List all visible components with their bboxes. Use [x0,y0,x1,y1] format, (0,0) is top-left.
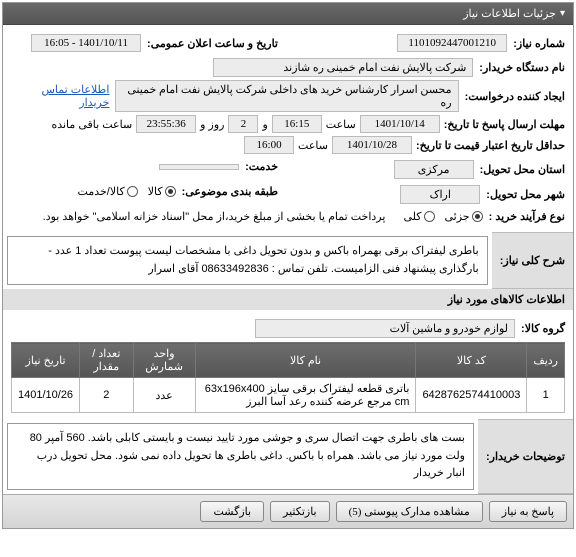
creator-value: محسن اسرار کارشناس خرید های داخلی شرکت پ… [115,80,458,112]
panel-body: شماره نیاز: 1101092447001210 تاریخ و ساع… [3,25,573,232]
th-row: ردیف [527,343,565,378]
cell-name: باتری قطعه لیفتراک برقی سایز 63x196x400 … [195,378,416,413]
need-no-label: شماره نیاز: [513,37,565,50]
radio-dot-icon [165,186,176,197]
deadline-time: 16:15 [272,115,322,133]
city-label: شهر محل تحویل: [486,188,565,201]
radio-empty-icon [127,186,138,197]
credit-time: 16:00 [244,136,294,154]
announce-value: 1401/10/11 - 16:05 [31,34,141,52]
th-date: تاریخ نیاز [12,343,80,378]
and-label: و [262,118,267,131]
buy-type-label: نوع فرآیند خرید : [489,210,565,223]
province-label: استان محل تحویل: [480,163,565,176]
reply-button[interactable]: پاسخ به نیاز [489,501,567,522]
day-label: روز و [200,118,224,131]
desc-text: باطری لیفتراک برقی بهمراه باکس و بدون تح… [7,236,488,285]
explain-text: بست های باطری جهت اتصال سری و جوشی مورد … [7,423,474,490]
back-button[interactable]: بازگشت [200,501,264,522]
th-qty: تعداد / مقدار [80,343,133,378]
hour-label: ساعت [326,118,356,131]
time-left-suffix: ساعت باقی مانده [51,118,132,131]
radio-full[interactable]: کلی [403,210,434,223]
th-code: کد کالا [416,343,527,378]
city-value: اراک [400,185,480,204]
deadline-label: مهلت ارسال پاسخ تا تاریخ: [444,118,565,131]
th-name: نام کالا [195,343,416,378]
category-radio-group: کالا کالا/خدمت [78,185,176,198]
need-no-value: 1101092447001210 [397,34,507,52]
payment-note: پرداخت تمام یا بخشی از مبلغ خرید،از محل … [43,210,386,223]
details-panel: ▾ جزئیات اطلاعات نیاز شماره نیاز: 110109… [2,2,574,529]
budget-label: طبقه بندی موضوعی: [182,185,278,198]
buy-type-radio-group: جزئی کلی [403,210,482,223]
radio-dot-icon [472,211,483,222]
group-label: گروه کالا: [521,322,565,335]
attachments-button[interactable]: مشاهده مدارک پیوستی (5) [336,501,483,522]
deadline-date: 1401/10/14 [360,115,440,133]
footer-bar: پاسخ به نیاز مشاهده مدارک پیوستی (5) باز… [3,494,573,528]
credit-label: حداقل تاریخ اعتبار قیمت تا تاریخ: [416,139,565,152]
cell-unit: عدد [133,378,195,413]
radio-goods-service[interactable]: کالا/خدمت [78,185,138,198]
goods-section-header: اطلاعات کالاهای مورد نیاز [3,289,573,310]
announce-label: تاریخ و ساعت اعلان عمومی: [147,37,278,50]
cell-code: 6428762574410003 [416,378,527,413]
th-unit: واحد شمارش [133,343,195,378]
service-label: خدمت: [245,160,278,173]
table-header-row: ردیف کد کالا نام کالا واحد شمارش تعداد /… [12,343,565,378]
time-left: 23:55:36 [136,115,196,133]
cell-row: 1 [527,378,565,413]
cell-date: 1401/10/26 [12,378,80,413]
goods-table: ردیف کد کالا نام کالا واحد شمارش تعداد /… [11,342,565,413]
group-value: لوازم خودرو و ماشین آلات [255,319,515,338]
org-label: نام دستگاه خریدار: [479,61,565,74]
org-value: شرکت پالایش نفت امام خمینی ره شازند [213,58,473,77]
radio-goods[interactable]: کالا [148,185,176,198]
province-value: مرکزی [394,160,474,179]
contact-link[interactable]: اطلاعات تماس خریدار [11,83,109,109]
explain-label: توضیحات خریدار: [478,419,573,494]
table-row[interactable]: 1 6428762574410003 باتری قطعه لیفتراک بر… [12,378,565,413]
radio-partial[interactable]: جزئی [445,210,483,223]
panel-title: جزئیات اطلاعات نیاز [463,7,556,20]
desc-label: شرح کلی نیاز: [492,232,573,289]
radio-empty-icon [424,211,435,222]
print-button[interactable]: بازتکثیر [270,501,330,522]
days-left: 2 [228,115,258,133]
panel-header[interactable]: ▾ جزئیات اطلاعات نیاز [3,3,573,25]
service-value [159,164,239,170]
creator-label: ایجاد کننده درخواست: [465,90,565,103]
chevron-down-icon: ▾ [560,8,565,19]
credit-date: 1401/10/28 [332,136,412,154]
cell-qty: 2 [80,378,133,413]
hour-label-2: ساعت [298,139,328,152]
